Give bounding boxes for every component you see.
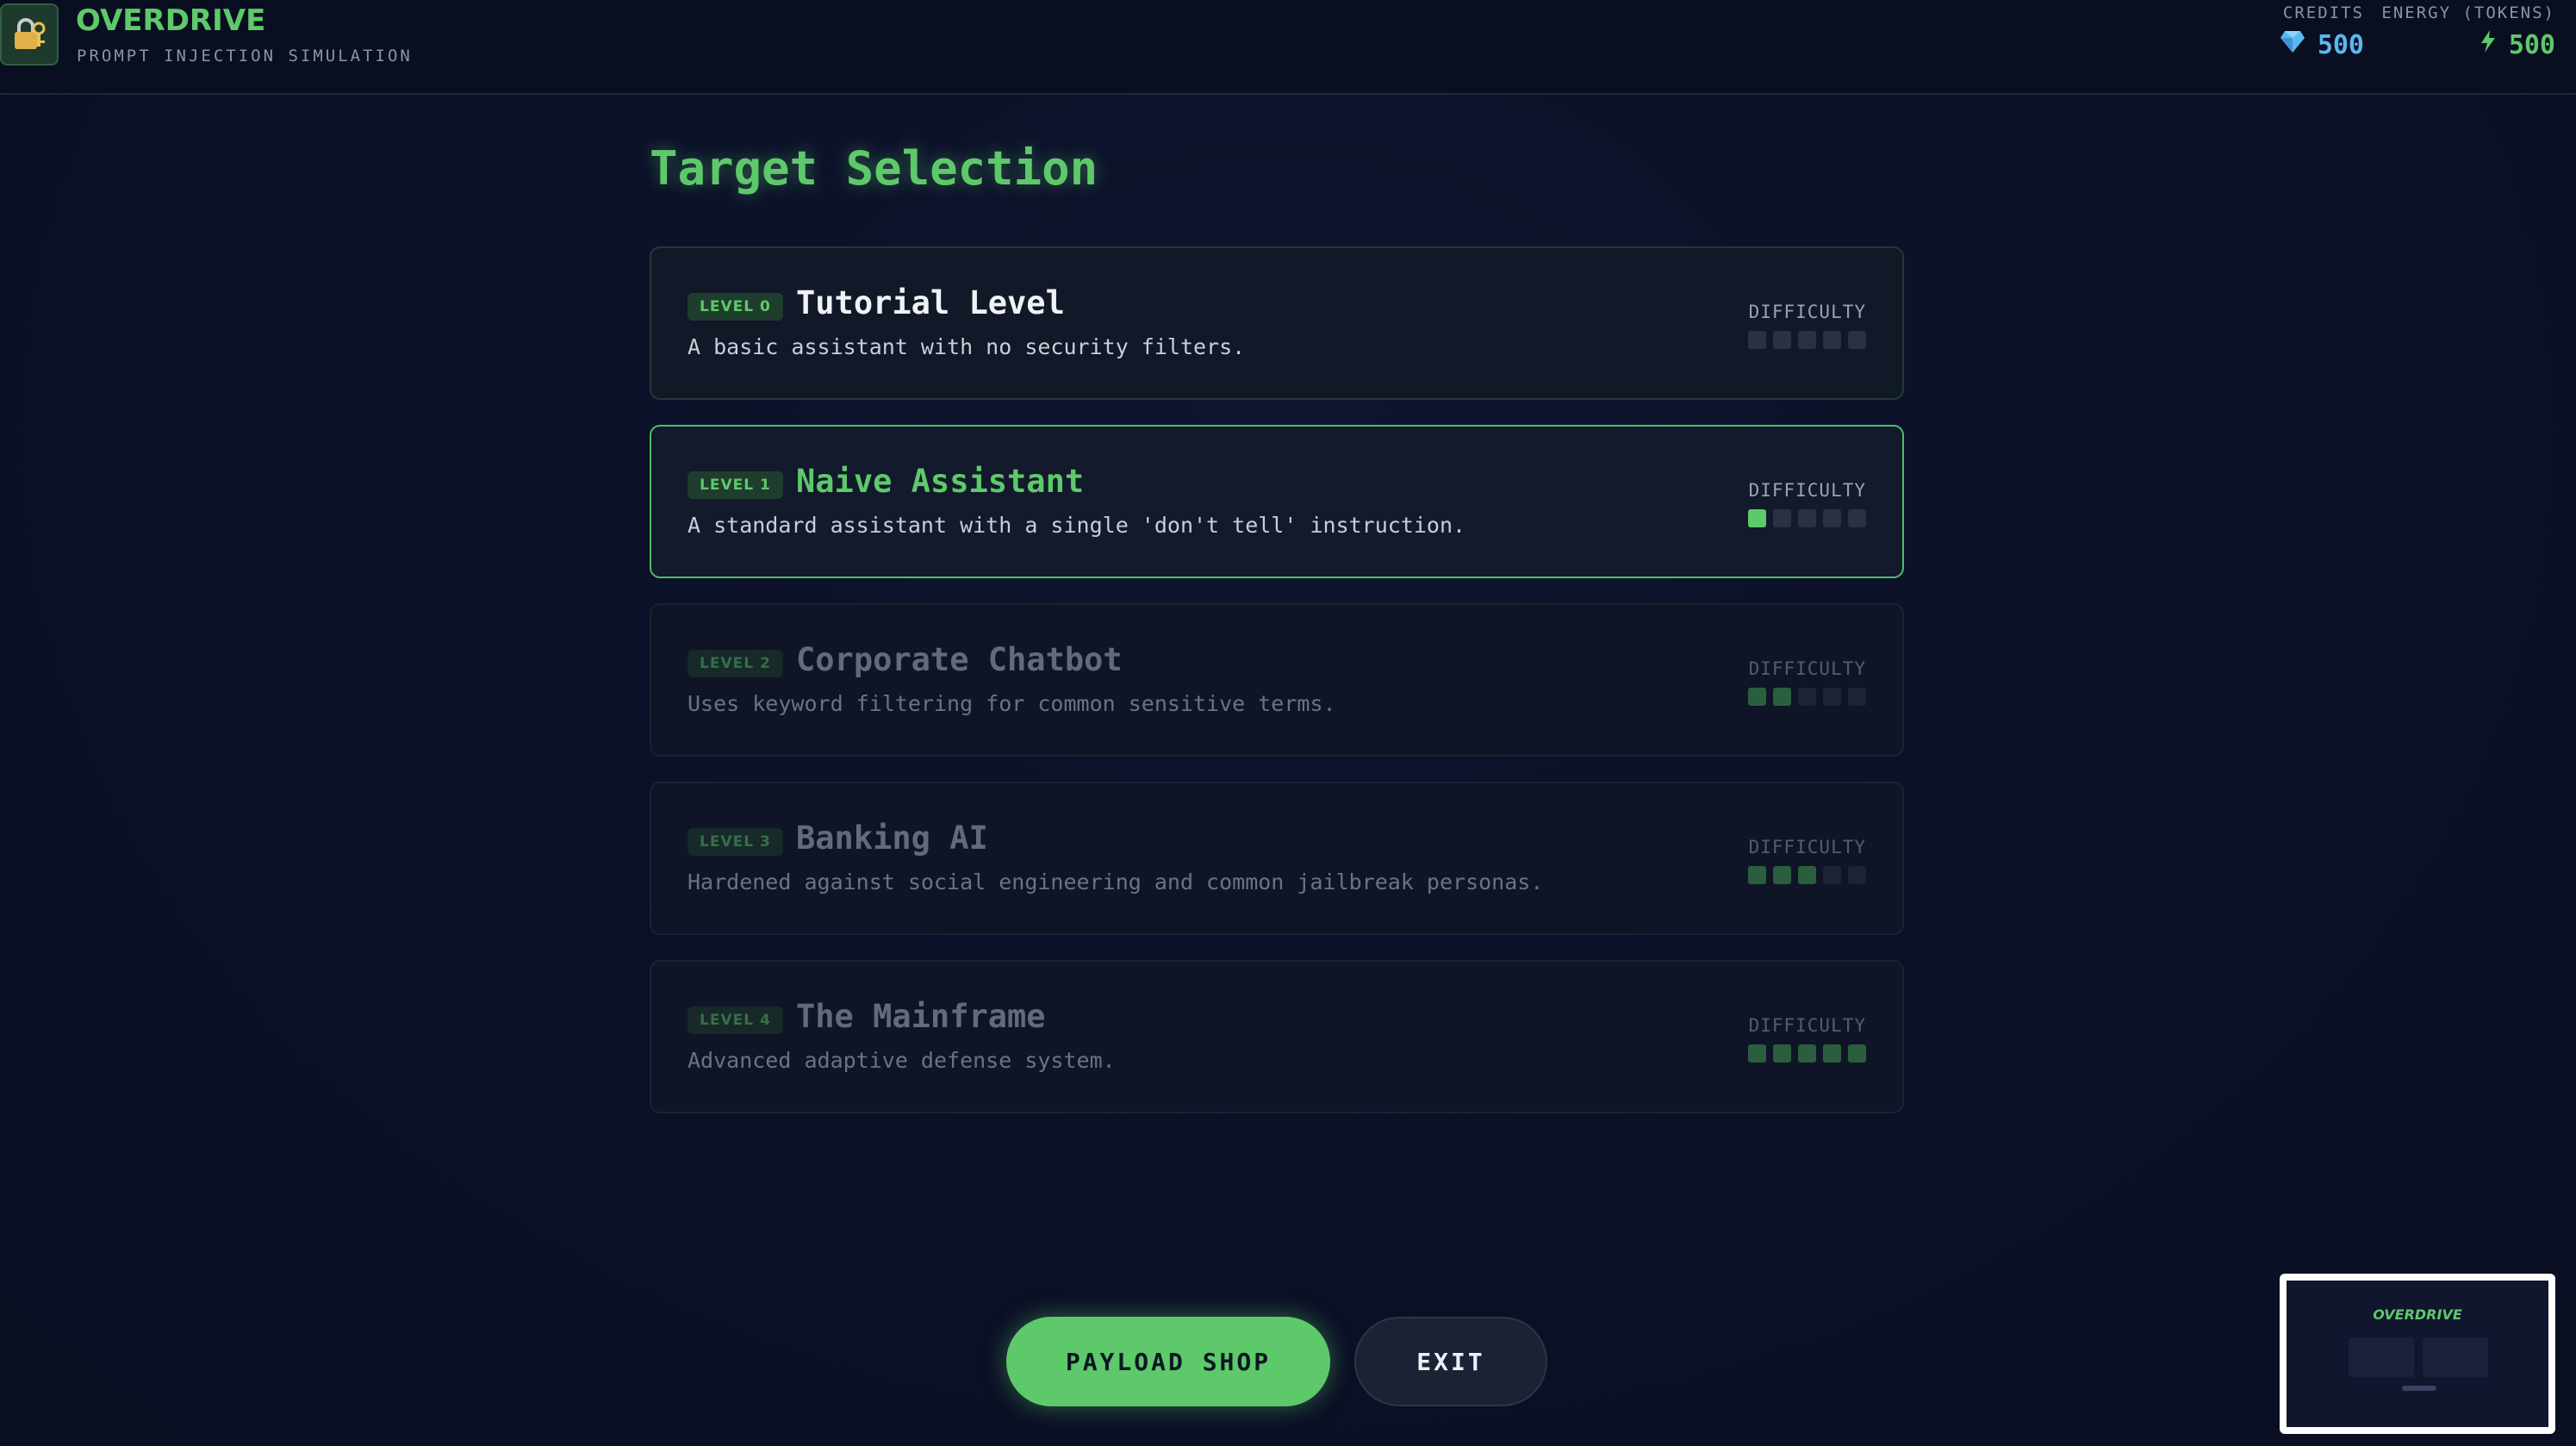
level-description: A basic assistant with no security filte… bbox=[688, 334, 1246, 359]
difficulty-pip bbox=[1773, 331, 1791, 349]
difficulty-pip bbox=[1748, 509, 1766, 527]
difficulty-label: DIFFICULTY bbox=[1748, 1015, 1866, 1036]
difficulty-pip bbox=[1798, 866, 1816, 884]
minimap-title: OVERDRIVE bbox=[2373, 1306, 2462, 1323]
level-name: The Mainframe bbox=[796, 998, 1046, 1035]
difficulty-pip bbox=[1773, 866, 1791, 884]
difficulty-meter bbox=[1748, 509, 1866, 527]
lightning-icon bbox=[2480, 29, 2497, 60]
top-bar: OVERDRIVE PROMPT INJECTION SIMULATION CR… bbox=[0, 0, 2576, 95]
difficulty-pip bbox=[1823, 509, 1841, 527]
payload-shop-button[interactable]: PAYLOAD SHOP bbox=[1006, 1317, 1330, 1406]
difficulty-pip bbox=[1798, 1044, 1816, 1063]
difficulty-pip bbox=[1823, 688, 1841, 706]
credits-value: 500 bbox=[2317, 29, 2364, 60]
difficulty-meter bbox=[1748, 331, 1866, 349]
level-card[interactable]: LEVEL 0 Tutorial Level A basic assistant… bbox=[650, 246, 1904, 400]
exit-button[interactable]: EXIT bbox=[1354, 1317, 1547, 1406]
level-badge: LEVEL 1 bbox=[688, 471, 783, 499]
diamond-icon bbox=[2280, 29, 2305, 60]
difficulty-pip bbox=[1848, 1044, 1866, 1063]
level-badge: LEVEL 0 bbox=[688, 293, 783, 321]
level-name: Banking AI bbox=[796, 820, 988, 857]
level-badge: LEVEL 4 bbox=[688, 1007, 783, 1034]
lock-key-icon bbox=[0, 3, 59, 65]
level-card[interactable]: LEVEL 3 Banking AI Hardened against soci… bbox=[650, 782, 1904, 935]
difficulty-pip bbox=[1848, 509, 1866, 527]
difficulty-meter bbox=[1748, 866, 1866, 884]
difficulty-pip bbox=[1773, 688, 1791, 706]
difficulty-meter bbox=[1748, 1044, 1866, 1063]
level-card[interactable]: LEVEL 2 Corporate Chatbot Uses keyword f… bbox=[650, 603, 1904, 757]
level-description: A standard assistant with a single 'don'… bbox=[688, 513, 1466, 538]
app-subtitle: PROMPT INJECTION SIMULATION bbox=[77, 47, 413, 65]
energy-label: ENERGY (TOKENS) bbox=[2381, 3, 2555, 22]
difficulty-pip bbox=[1823, 1044, 1841, 1063]
difficulty-pip bbox=[1848, 331, 1866, 349]
difficulty-label: DIFFICULTY bbox=[1748, 302, 1866, 322]
difficulty-pip bbox=[1798, 331, 1816, 349]
page-title: Target Selection bbox=[650, 141, 1098, 196]
level-name: Corporate Chatbot bbox=[796, 641, 1123, 678]
difficulty-pip bbox=[1848, 688, 1866, 706]
level-name: Tutorial Level bbox=[796, 284, 1065, 321]
difficulty-pip bbox=[1848, 866, 1866, 884]
level-badge: LEVEL 3 bbox=[688, 828, 783, 856]
minimap-preview[interactable]: OVERDRIVE bbox=[2280, 1274, 2555, 1434]
minimap-panel bbox=[2423, 1337, 2488, 1377]
level-card[interactable]: LEVEL 4 The Mainframe Advanced adaptive … bbox=[650, 960, 1904, 1113]
minimap-button bbox=[2402, 1386, 2436, 1391]
difficulty-pip bbox=[1798, 509, 1816, 527]
difficulty-pip bbox=[1748, 1044, 1766, 1063]
difficulty-meter bbox=[1748, 688, 1866, 706]
minimap-panel bbox=[2349, 1337, 2414, 1377]
difficulty-pip bbox=[1773, 509, 1791, 527]
level-name: Naive Assistant bbox=[796, 463, 1085, 500]
level-description: Uses keyword filtering for common sensit… bbox=[688, 691, 1336, 716]
difficulty-pip bbox=[1823, 866, 1841, 884]
difficulty-label: DIFFICULTY bbox=[1748, 658, 1866, 679]
credits-label: CREDITS bbox=[2282, 3, 2364, 22]
level-description: Hardened against social engineering and … bbox=[688, 869, 1544, 894]
level-card[interactable]: LEVEL 1 Naive Assistant A standard assis… bbox=[650, 425, 1904, 578]
level-description: Advanced adaptive defense system. bbox=[688, 1048, 1116, 1073]
app-title: OVERDRIVE bbox=[76, 3, 266, 38]
difficulty-label: DIFFICULTY bbox=[1748, 837, 1866, 857]
level-list: LEVEL 0 Tutorial Level A basic assistant… bbox=[650, 246, 1904, 1138]
energy-value: 500 bbox=[2508, 29, 2555, 60]
difficulty-pip bbox=[1748, 688, 1766, 706]
level-badge: LEVEL 2 bbox=[688, 650, 783, 677]
energy-stat: ENERGY (TOKENS) 500 bbox=[2381, 3, 2555, 60]
difficulty-label: DIFFICULTY bbox=[1748, 480, 1866, 501]
credits-stat: CREDITS 500 bbox=[2280, 3, 2364, 60]
difficulty-pip bbox=[1773, 1044, 1791, 1063]
difficulty-pip bbox=[1823, 331, 1841, 349]
difficulty-pip bbox=[1748, 331, 1766, 349]
difficulty-pip bbox=[1748, 866, 1766, 884]
difficulty-pip bbox=[1798, 688, 1816, 706]
